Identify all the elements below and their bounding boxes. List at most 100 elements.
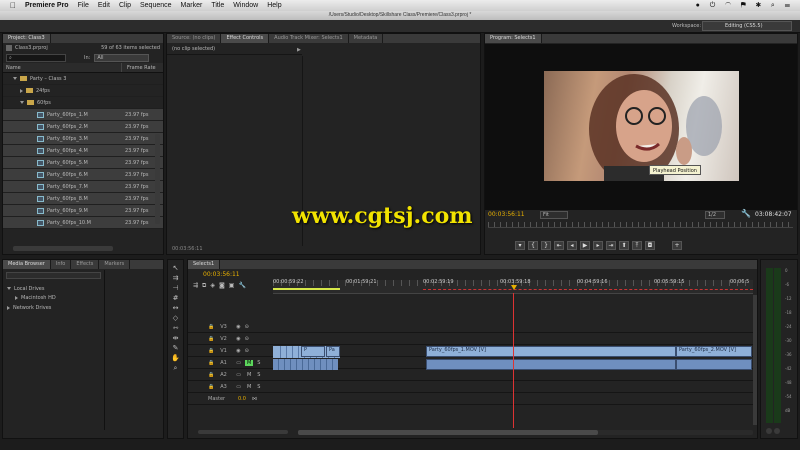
tab-markers[interactable]: Markers xyxy=(99,260,131,269)
menu-window[interactable]: Window xyxy=(233,2,258,9)
local-drives-item[interactable]: Local Drives xyxy=(7,286,44,292)
audio-clip-2[interactable] xyxy=(676,359,752,370)
go-to-out-icon[interactable]: ⇥ xyxy=(606,241,616,250)
extract-icon[interactable]: ⤒ xyxy=(632,241,642,250)
mute-button[interactable]: M xyxy=(245,384,253,390)
clip-row[interactable]: Party_60fps_1.M 23.97 fps xyxy=(3,109,163,121)
ripple-edit-tool-icon[interactable]: ⊣ xyxy=(172,284,178,292)
audio-record-icon[interactable]: ▭ xyxy=(236,360,241,366)
clip-row[interactable]: Party_60fps_6.M 23.97 fps xyxy=(3,169,163,181)
col-rate-header[interactable]: Frame Rate xyxy=(121,63,156,72)
captions-icon[interactable]: ▣ xyxy=(229,282,235,290)
folder-row-24fps[interactable]: 24fps xyxy=(3,85,163,97)
timeline-hscroll[interactable] xyxy=(298,430,753,435)
audio-clip-1[interactable] xyxy=(426,359,676,370)
media-path-field[interactable] xyxy=(6,272,101,279)
col-name-header[interactable]: Name xyxy=(3,63,121,72)
track-master[interactable]: Master 0.0 ⋈ xyxy=(188,393,757,405)
audio-record-icon[interactable]: ▭ xyxy=(236,372,241,378)
solo-button[interactable]: S xyxy=(257,372,260,378)
tab-source[interactable]: Source: (no clips) xyxy=(167,34,222,43)
menu-clip[interactable]: Clip xyxy=(119,2,131,9)
tab-effect-controls[interactable]: Effect Controls xyxy=(221,34,270,43)
menu-marker[interactable]: Marker xyxy=(181,2,203,9)
audio-clip-cluster[interactable] xyxy=(273,359,338,370)
track-select-tool-icon[interactable]: ⇉ xyxy=(173,274,179,282)
master-nav-icon[interactable]: ⋈ xyxy=(252,396,257,402)
timeline-timecode[interactable]: 00:03:56:11 xyxy=(203,271,240,278)
lock-icon[interactable]: 🔒 xyxy=(208,348,214,354)
lock-icon[interactable]: 🔒 xyxy=(208,324,214,330)
wrench-icon[interactable]: 🔧 xyxy=(741,209,751,218)
timeline-settings-icon[interactable]: 🔧 xyxy=(238,282,245,290)
clip-row[interactable]: Party_60fps_4.M 23.97 fps xyxy=(3,145,163,157)
tab-audio-mixer[interactable]: Audio Track Mixer: Selects1 xyxy=(269,34,349,43)
expand-icon[interactable] xyxy=(7,287,11,290)
mute-button[interactable]: M xyxy=(245,372,253,378)
tab-media-browser[interactable]: Media Browser xyxy=(3,260,51,269)
mute-button[interactable]: M xyxy=(244,359,254,366)
selection-tool-icon[interactable]: ↖ xyxy=(173,264,179,272)
status-icons[interactable]: ● ⏻ ◠ ⚑ ✱ ⌕ ☰ xyxy=(696,2,794,10)
expand-icon[interactable] xyxy=(20,101,24,104)
resolution-select[interactable]: 1/2 xyxy=(705,211,725,219)
play-icon[interactable]: ▶ xyxy=(580,241,590,250)
project-vscroll[interactable] xyxy=(155,134,160,224)
menu-sequence[interactable]: Sequence xyxy=(140,2,172,9)
slide-tool-icon[interactable]: ⇹ xyxy=(173,334,179,342)
timeline-display-icon[interactable]: ◙ xyxy=(219,282,225,290)
clip-row[interactable]: Party_60fps_7.M 23.97 fps xyxy=(3,181,163,193)
lock-icon[interactable]: 🔒 xyxy=(208,384,214,390)
app-menu[interactable]: Premiere Pro xyxy=(25,2,69,9)
tab-selects1[interactable]: Selects1 xyxy=(188,260,221,269)
solo-button[interactable]: S xyxy=(257,384,260,390)
track-scrollbar[interactable] xyxy=(198,430,288,434)
eye-icon[interactable]: ◉ xyxy=(236,336,240,342)
expand-icon[interactable] xyxy=(7,305,10,310)
program-scrubber[interactable] xyxy=(488,222,793,228)
program-timecode[interactable]: 00:03:56:11 xyxy=(488,211,525,218)
clip-row[interactable]: Party_60fps_2.M 23.97 fps xyxy=(3,121,163,133)
expand-arrow-icon[interactable]: ▶ xyxy=(297,47,301,53)
mark-out-icon[interactable]: } xyxy=(541,241,551,250)
clip-row[interactable]: Party_60fps_9.M 23.97 fps xyxy=(3,205,163,217)
track-a2[interactable]: 🔒 A2 ▭ M S xyxy=(188,369,757,381)
sync-lock-icon[interactable]: ⊝ xyxy=(245,348,249,354)
pen-tool-icon[interactable]: ✎ xyxy=(173,344,179,352)
clip-row[interactable]: Party_60fps_3.M 23.97 fps xyxy=(3,133,163,145)
track-v3[interactable]: 🔒 V3 ◉ ⊝ xyxy=(188,321,757,333)
solo-button[interactable]: S xyxy=(257,360,260,366)
go-to-in-icon[interactable]: ⇤ xyxy=(554,241,564,250)
apple-icon[interactable]:  xyxy=(10,1,16,10)
eye-icon[interactable]: ◉ xyxy=(236,324,240,330)
folder-row-60fps[interactable]: 60fps xyxy=(3,97,163,109)
solo-right-button[interactable] xyxy=(774,428,780,434)
slip-tool-icon[interactable]: ⇿ xyxy=(173,324,179,332)
tab-effects[interactable]: Effects xyxy=(71,260,100,269)
timeline-clip-party-2[interactable]: Party_60fps_2.MOV [V] xyxy=(676,346,752,357)
rolling-edit-tool-icon[interactable]: # xyxy=(173,294,179,302)
workspace-select[interactable]: Editing (CS5.5) xyxy=(702,21,792,31)
lock-icon[interactable]: 🔒 xyxy=(208,336,214,342)
tab-info[interactable]: Info xyxy=(51,260,72,269)
lock-icon[interactable]: 🔒 xyxy=(208,372,214,378)
rate-stretch-tool-icon[interactable]: ↔ xyxy=(173,304,179,312)
menu-help[interactable]: Help xyxy=(267,2,281,9)
menu-title[interactable]: Title xyxy=(211,2,224,9)
clip-row[interactable]: Party_60fps_5.M 23.97 fps xyxy=(3,157,163,169)
bin-row[interactable]: Party – Class 3 xyxy=(3,73,163,85)
add-button-icon[interactable]: + xyxy=(672,241,682,250)
sync-lock-icon[interactable]: ⊝ xyxy=(245,324,249,330)
project-scrollbar[interactable] xyxy=(13,246,113,251)
mark-in-icon[interactable]: { xyxy=(528,241,538,250)
clip-row[interactable]: Party_60fps_10.M 23.97 fps xyxy=(3,217,163,229)
network-drives-item[interactable]: Network Drives xyxy=(7,305,51,311)
expand-icon[interactable] xyxy=(20,88,23,93)
step-forward-icon[interactable]: ▸ xyxy=(593,241,603,250)
zoom-fit-select[interactable]: Fit xyxy=(540,211,568,219)
linked-selection-icon[interactable]: ⧉ xyxy=(202,282,206,290)
track-v2[interactable]: 🔒 V2 ◉ ⊝ xyxy=(188,333,757,345)
lift-icon[interactable]: ⬆ xyxy=(619,241,629,250)
search-input[interactable]: ⌕ xyxy=(6,54,66,62)
export-frame-icon[interactable]: ◘ xyxy=(645,241,655,250)
